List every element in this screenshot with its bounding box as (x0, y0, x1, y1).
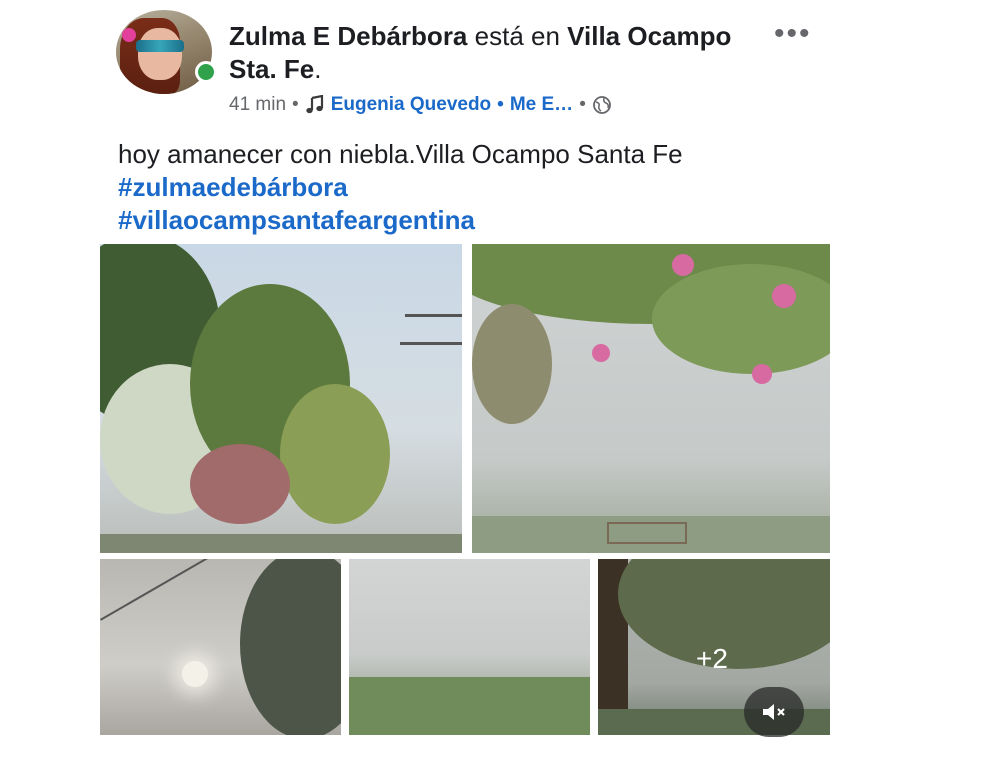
pink-flower (592, 344, 610, 362)
checkin-connector: está en (467, 21, 568, 51)
tree-pink-foliage (190, 444, 290, 524)
avatar-flower (122, 28, 136, 42)
speaker-mute-icon[interactable] (744, 687, 804, 737)
branch-foliage (472, 304, 552, 424)
separator-dot: • (579, 94, 586, 115)
grass-field (349, 677, 590, 735)
more-options-icon[interactable]: ••• (774, 19, 812, 49)
online-status-icon (195, 61, 217, 83)
pink-flower (772, 284, 796, 308)
photo-foggy-street[interactable] (100, 244, 462, 553)
post-meta: 41 min • Eugenia Quevedo • Me E… • (229, 94, 612, 116)
tree-silhouette (240, 559, 341, 735)
street-lamp (400, 342, 462, 345)
music-title[interactable]: Me E… (510, 94, 573, 116)
post-body: hoy amanecer con niebla.Villa Ocampo San… (118, 138, 683, 237)
post-header: Zulma E Debárbora está en Villa Ocampo S… (229, 20, 749, 86)
post-time[interactable]: 41 min (229, 94, 286, 116)
avatar-face (138, 28, 182, 80)
post-message: hoy amanecer con niebla.Villa Ocampo San… (118, 139, 683, 169)
photo-foggy-field[interactable] (349, 559, 590, 735)
street-lamp (405, 314, 462, 317)
road-ground (100, 534, 462, 553)
pink-flower (672, 254, 694, 276)
power-line (100, 559, 223, 621)
tree-foliage (280, 384, 390, 524)
hashtag-link[interactable]: #zulmaedebárbora (118, 171, 683, 204)
author-name[interactable]: Zulma E Debárbora (229, 21, 467, 51)
photo-sun-in-fog[interactable] (100, 559, 341, 735)
branch-foliage (652, 264, 830, 374)
avatar-sunglasses (136, 40, 184, 52)
music-artist[interactable]: Eugenia Quevedo (331, 94, 491, 116)
sun (182, 661, 208, 687)
hashtag-link[interactable]: #villaocampsantafeargentina (118, 204, 683, 237)
pink-flower (752, 364, 772, 384)
speaker-mute-glyph (763, 704, 785, 720)
place-suffix: . (314, 54, 322, 84)
separator-dot-blue: • (497, 94, 504, 115)
more-photos-count[interactable]: +2 (696, 643, 728, 675)
fence-gate (607, 522, 687, 544)
author-avatar[interactable] (116, 10, 212, 94)
music-note-icon (305, 95, 323, 114)
photo-pink-blossoms-fog[interactable] (472, 244, 830, 553)
separator-dot: • (292, 94, 299, 115)
globe-icon[interactable] (592, 95, 612, 115)
